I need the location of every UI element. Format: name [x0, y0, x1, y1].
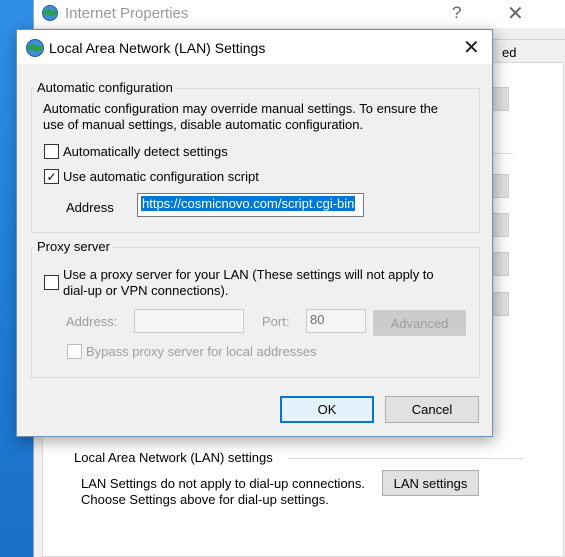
automatic-configuration-description-line1: Automatic configuration may override man… [43, 101, 439, 116]
bypass-local-label[interactable]: Bypass proxy server for local addresses [86, 344, 316, 360]
auto-detect-label[interactable]: Automatically detect settings [63, 144, 228, 160]
use-proxy-label[interactable]: Use a proxy server for your LAN (These s… [63, 267, 434, 299]
proxy-address-label: Address: [66, 314, 118, 329]
checkmark-icon: ✓ [46, 169, 57, 184]
script-address-label: Address [66, 200, 114, 215]
tab-advanced-label: ed [502, 45, 517, 60]
advanced-button[interactable]: Advanced [373, 310, 466, 336]
use-proxy-label-line1: Use a proxy server for your LAN (These s… [63, 267, 434, 282]
bypass-local-checkbox[interactable] [67, 344, 82, 359]
cancel-button[interactable]: Cancel [385, 396, 479, 423]
automatic-configuration-title: Automatic configuration [35, 80, 175, 95]
dialog-title: Local Area Network (LAN) Settings [49, 40, 266, 56]
lan-settings-dialog: Local Area Network (LAN) Settings ✕ Auto… [16, 29, 493, 437]
lan-settings-button[interactable]: LAN settings [382, 470, 479, 496]
automatic-configuration-description: Automatic configuration may override man… [43, 101, 438, 133]
automatic-configuration-description-line2: use of manual settings, disable automati… [43, 117, 364, 132]
lan-group-divider [288, 458, 523, 459]
use-script-label[interactable]: Use automatic configuration script [63, 169, 259, 185]
proxy-address-input[interactable] [134, 309, 244, 333]
dialog-close-button[interactable]: ✕ [463, 35, 480, 60]
internet-globe-icon [42, 5, 58, 21]
lan-description-line1: LAN Settings do not apply to dial-up con… [81, 476, 366, 491]
lan-description-line2: Choose Settings above for dial-up settin… [81, 492, 329, 507]
use-proxy-label-line2: dial-up or VPN connections). [63, 283, 229, 298]
script-address-value: https://cosmicnovo.com/script.cgi-bin [141, 196, 356, 211]
internet-properties-title: Internet Properties [65, 5, 189, 22]
proxy-port-label: Port: [262, 314, 290, 329]
proxy-server-title: Proxy server [35, 239, 112, 254]
proxy-port-input[interactable]: 80 [306, 309, 366, 333]
script-address-input[interactable]: https://cosmicnovo.com/script.cgi-bin [137, 193, 364, 217]
internet-properties-titlebar: Internet Properties ? ✕ [34, 0, 565, 28]
lan-group-title: Local Area Network (LAN) settings [74, 450, 273, 465]
tab-advanced[interactable]: ed [486, 39, 565, 63]
ok-button[interactable]: OK [280, 396, 374, 423]
use-script-checkbox[interactable]: ✓ [44, 169, 59, 184]
help-button[interactable]: ? [452, 3, 461, 23]
use-proxy-checkbox[interactable] [44, 275, 59, 290]
dialog-titlebar: Local Area Network (LAN) Settings ✕ [17, 30, 492, 64]
internet-globe-icon [26, 39, 44, 57]
auto-detect-checkbox[interactable] [44, 144, 59, 159]
internet-properties-close-button[interactable]: ✕ [507, 1, 524, 26]
lan-description: LAN Settings do not apply to dial-up con… [81, 476, 365, 508]
